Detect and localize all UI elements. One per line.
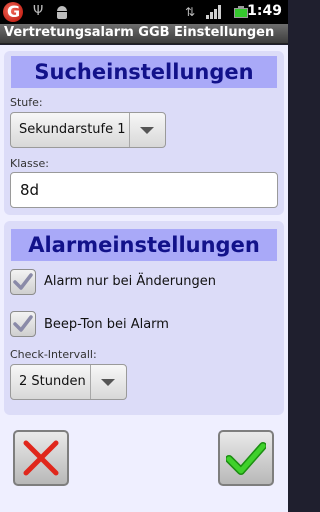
status-bar: G Ψ ⇅ 1:49 [0, 0, 288, 24]
interval-label: Check-Intervall: [10, 348, 97, 361]
search-settings-panel: Sucheinstellungen Stufe: Sekundarstufe 1… [4, 51, 284, 215]
alarm-settings-heading: Alarmeinstellungen [11, 229, 277, 261]
beep-label[interactable]: Beep-Ton bei Alarm [44, 317, 169, 332]
google-g-icon: G [3, 2, 23, 22]
checkmark-icon [13, 273, 33, 290]
status-time: 1:49 [247, 3, 282, 19]
interval-spinner[interactable]: 2 Stunden [10, 364, 127, 400]
network-icon: ⇅ [185, 5, 196, 19]
android-debug-icon [56, 6, 68, 19]
stufe-spinner[interactable]: Sekundarstufe 1 [10, 112, 166, 148]
stufe-value: Sekundarstufe 1 [19, 122, 126, 137]
klasse-value: 8d [20, 181, 40, 199]
spinner-divider [90, 365, 91, 399]
search-settings-heading: Sucheinstellungen [11, 56, 277, 88]
cancel-button[interactable] [13, 430, 69, 486]
stufe-label: Stufe: [10, 96, 43, 109]
app-title: Vertretungsalarm GGB Einstellungen [4, 25, 275, 40]
signal-icon [206, 5, 224, 19]
confirm-button[interactable] [218, 430, 274, 486]
klasse-input[interactable]: 8d [10, 172, 278, 208]
green-check-icon [226, 442, 266, 475]
chevron-down-icon [140, 127, 154, 134]
alarm-changes-checkbox[interactable] [10, 269, 36, 295]
interval-value: 2 Stunden [19, 374, 86, 389]
klasse-label: Klasse: [10, 157, 49, 170]
usb-icon: Ψ [33, 4, 44, 19]
app-title-bar: Vertretungsalarm GGB Einstellungen [0, 24, 288, 44]
red-x-icon [23, 440, 59, 476]
alarm-changes-label[interactable]: Alarm nur bei Änderungen [44, 274, 216, 289]
settings-content: Sucheinstellungen Stufe: Sekundarstufe 1… [0, 45, 288, 512]
checkmark-icon [13, 315, 33, 332]
alarm-settings-panel: Alarmeinstellungen Alarm nur bei Änderun… [4, 221, 284, 415]
battery-icon [234, 6, 248, 18]
chevron-down-icon [101, 379, 115, 386]
beep-checkbox[interactable] [10, 311, 36, 337]
spinner-divider [129, 113, 130, 147]
